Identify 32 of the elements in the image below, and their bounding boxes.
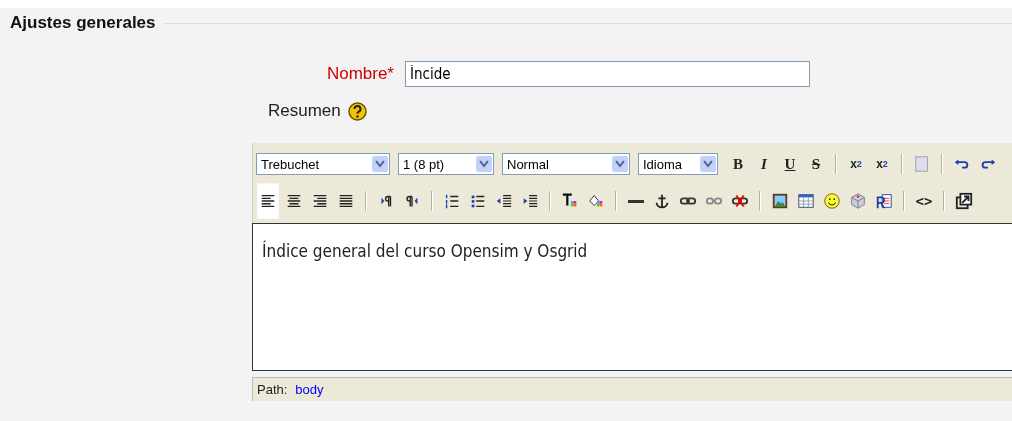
fullscreen-icon: [955, 192, 973, 210]
table-icon: [797, 192, 815, 210]
field-label: Nombre*: [325, 64, 395, 84]
bold-button[interactable]: B: [727, 152, 749, 176]
language-select[interactable]: Idioma: [638, 153, 718, 175]
align-right-icon: [311, 192, 329, 210]
justify-icon: [337, 192, 355, 210]
help-icon[interactable]: [347, 101, 367, 121]
editor-text[interactable]: Índice general del curso Opensim y Osgrid: [252, 223, 1012, 371]
indent-icon: [521, 192, 539, 210]
underline-button[interactable]: U: [779, 152, 801, 176]
numbered-list-icon: [443, 192, 461, 210]
outdent-icon: [495, 192, 513, 210]
document-icon: [875, 192, 893, 210]
align-center-icon: [285, 192, 303, 210]
align-left-icon: [259, 192, 277, 210]
field-label: Resumen: [268, 101, 341, 121]
anchor-icon: [653, 192, 671, 210]
align-left-button[interactable]: [257, 183, 279, 219]
format-select[interactable]: Normal: [502, 153, 630, 175]
size-select[interactable]: 1 (8 pt): [398, 153, 494, 175]
section-title: Ajustes generales: [10, 13, 156, 33]
path-label: Path:: [257, 382, 288, 397]
smiley-icon: [823, 192, 841, 210]
path-link[interactable]: body: [295, 382, 324, 397]
source-code-button[interactable]: <>: [913, 189, 935, 213]
strikethrough-button[interactable]: S: [805, 152, 827, 176]
image-icon: [771, 192, 789, 210]
name-field[interactable]: Íncide: [405, 61, 810, 87]
font-select[interactable]: Trebuchet: [256, 153, 390, 175]
italic-button[interactable]: I: [753, 152, 775, 176]
cube-icon: [849, 192, 867, 210]
